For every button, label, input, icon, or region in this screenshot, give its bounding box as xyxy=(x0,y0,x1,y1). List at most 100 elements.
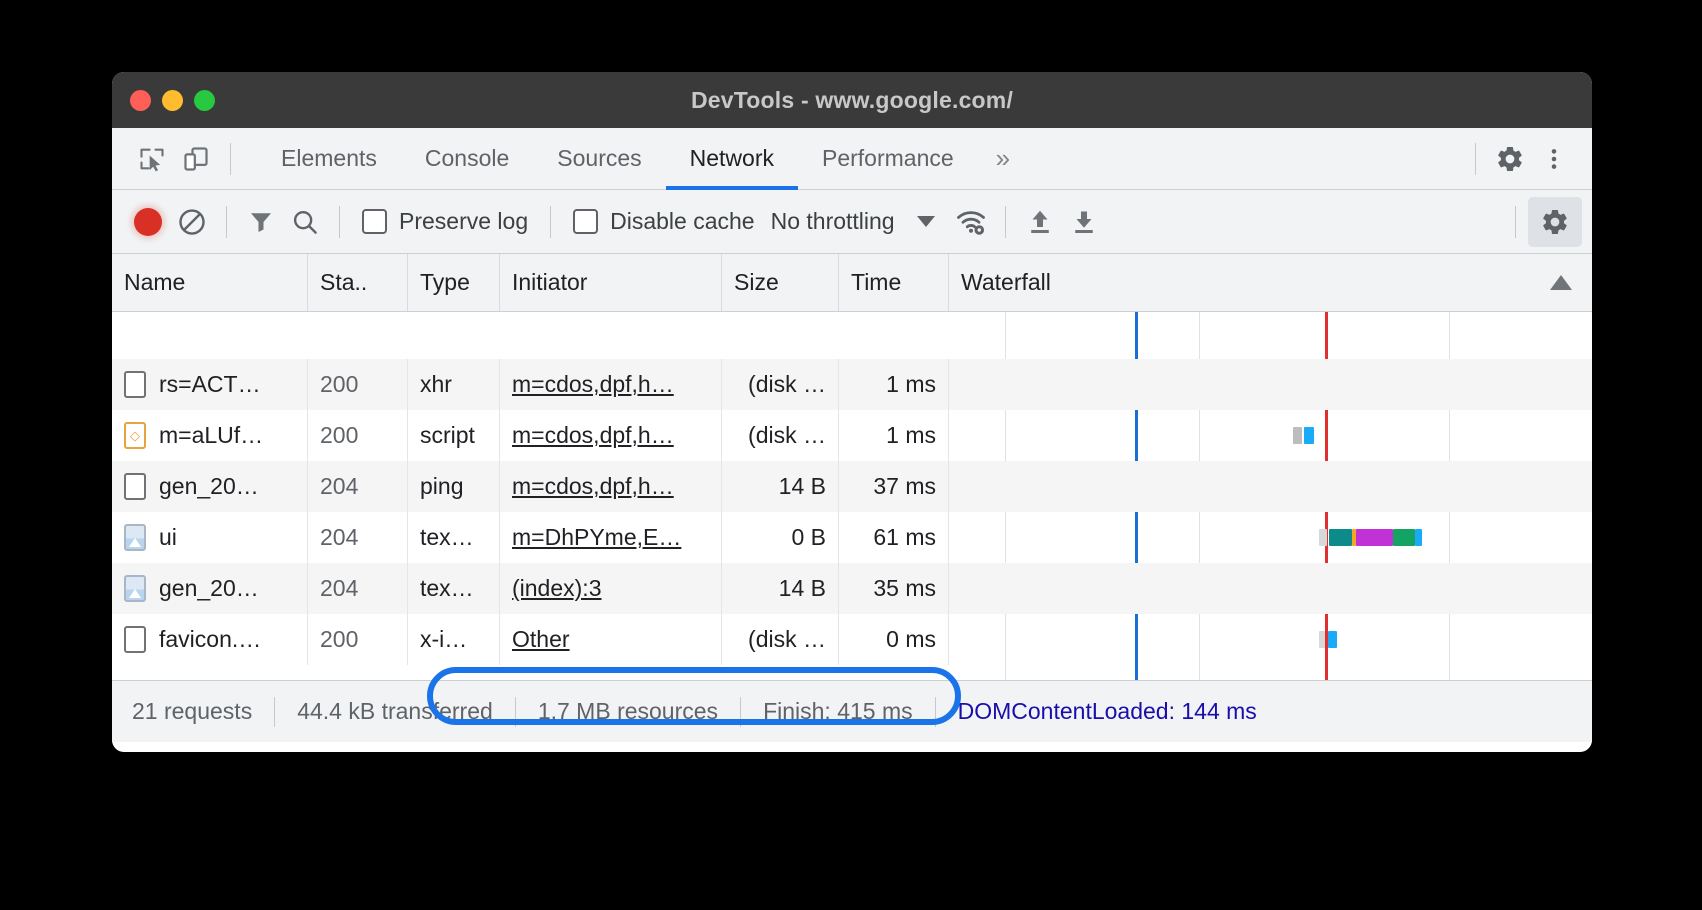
column-header-waterfall-label: Waterfall xyxy=(961,269,1051,295)
upload-arrow-icon[interactable] xyxy=(1018,200,1062,244)
cell-initiator: m=cdos,dpf,h… xyxy=(500,359,722,410)
inspect-element-icon[interactable] xyxy=(130,137,174,181)
request-name: ui xyxy=(159,524,177,550)
cell-time: 37 ms xyxy=(839,461,949,512)
preserve-log-box[interactable] xyxy=(362,209,387,234)
toolbar-divider xyxy=(1475,142,1476,175)
initiator-link[interactable]: (index):3 xyxy=(512,575,601,602)
request-name: favicon.… xyxy=(159,626,262,652)
preserve-log-label: Preserve log xyxy=(399,208,529,234)
cell-size: 14 B xyxy=(722,461,839,512)
device-toolbar-icon[interactable] xyxy=(174,137,218,181)
maximize-window-button[interactable] xyxy=(194,89,215,111)
record-button-icon[interactable] xyxy=(126,200,170,244)
cell-waterfall xyxy=(949,461,1592,512)
tab-elements[interactable]: Elements xyxy=(257,128,401,189)
column-header-type[interactable]: Type xyxy=(408,254,500,311)
close-window-button[interactable] xyxy=(130,89,151,111)
table-row[interactable]: gen_20… 204 tex… (index):3 14 B 35 ms xyxy=(112,563,1592,614)
finish-time: Finish: 415 ms xyxy=(763,698,913,724)
search-icon[interactable] xyxy=(283,200,327,244)
cell-type: ping xyxy=(408,461,500,512)
cell-type: x-i… xyxy=(408,614,500,665)
cell-type: tex… xyxy=(408,512,500,563)
network-requests-table: Name Sta.. Type Initiator Size Time Wate… xyxy=(112,254,1592,680)
table-row[interactable]: ui 204 tex… m=DhPYme,E… 0 B 61 ms xyxy=(112,512,1592,563)
initiator-link[interactable]: m=cdos,dpf,h… xyxy=(512,473,674,500)
network-settings-gear-icon[interactable] xyxy=(1528,196,1582,247)
cell-time: 61 ms xyxy=(839,512,949,563)
window-titlebar: DevTools - www.google.com/ xyxy=(112,72,1592,128)
disable-cache-box[interactable] xyxy=(573,209,599,234)
document-icon xyxy=(124,371,146,398)
clear-icon[interactable] xyxy=(170,200,214,244)
cell-name: rs=ACT… xyxy=(112,359,308,410)
table-row[interactable]: favicon.… 200 x-i… Other (disk … 0 ms xyxy=(112,614,1592,665)
tab-sources[interactable]: Sources xyxy=(533,128,665,189)
more-tabs-button[interactable]: » xyxy=(978,128,1028,189)
table-row[interactable]: ◇ m=aLUf… 200 script m=cdos,dpf,h… (disk … 1 m… xyxy=(112,410,1592,461)
table-header-row: Name Sta.. Type Initiator Size Time Wate… xyxy=(112,254,1592,312)
cell-status: 200 xyxy=(308,359,408,410)
column-header-size[interactable]: Size xyxy=(722,254,839,311)
filter-icon[interactable] xyxy=(239,200,283,244)
cell-name: gen_20… xyxy=(112,461,308,512)
network-toolbar: Preserve log Disable cache No throttling xyxy=(112,190,1592,254)
preserve-log-checkbox[interactable]: Preserve log xyxy=(352,208,538,235)
cell-time: 1 ms xyxy=(839,410,949,461)
column-header-name[interactable]: Name xyxy=(112,254,308,311)
download-arrow-icon[interactable] xyxy=(1062,200,1106,244)
initiator-link[interactable]: m=cdos,dpf,h… xyxy=(512,371,674,398)
cell-initiator: m=cdos,dpf,h… xyxy=(500,461,722,512)
table-rows: rs=ACT… 200 xhr m=cdos,dpf,h… (disk … 1 ms ◇ m=… xyxy=(112,312,1592,665)
tab-console[interactable]: Console xyxy=(401,128,533,189)
gear-icon[interactable] xyxy=(1488,137,1532,181)
wifi-settings-icon[interactable] xyxy=(949,200,993,244)
column-header-status[interactable]: Sta.. xyxy=(308,254,408,311)
throttling-dropdown[interactable]: No throttling xyxy=(765,208,935,235)
cell-initiator: Other xyxy=(500,614,722,665)
cell-waterfall xyxy=(949,614,1592,665)
panel-tabs: Elements Console Sources Network Perform… xyxy=(257,128,1028,190)
network-status-bar: 21 requests 44.4 kB transferred 1.7 MB r… xyxy=(112,667,1592,742)
cell-size: (disk … xyxy=(722,410,839,461)
disable-cache-checkbox[interactable]: Disable cache xyxy=(563,208,764,235)
request-name: gen_20… xyxy=(159,473,259,499)
disable-cache-label: Disable cache xyxy=(610,208,755,234)
initiator-link[interactable]: m=cdos,dpf,h… xyxy=(512,422,674,449)
request-name: m=aLUf… xyxy=(159,422,264,448)
column-header-time[interactable]: Time xyxy=(839,254,949,311)
domcontentloaded-time: DOMContentLoaded: 144 ms xyxy=(957,698,1257,724)
toolbar-divider xyxy=(226,205,227,238)
cell-status: 204 xyxy=(308,461,408,512)
toolbar-divider xyxy=(230,142,231,175)
cell-status: 204 xyxy=(308,563,408,614)
cell-time: 0 ms xyxy=(839,614,949,665)
cell-waterfall xyxy=(949,410,1592,461)
throttling-value: No throttling xyxy=(770,208,895,234)
column-header-waterfall[interactable]: Waterfall xyxy=(949,254,1592,311)
cell-size: (disk … xyxy=(722,614,839,665)
cell-size: 14 B xyxy=(722,563,839,614)
toolbar-divider xyxy=(1515,205,1516,238)
toolbar-divider xyxy=(550,205,552,238)
tabbar-right-actions xyxy=(1463,137,1592,181)
cell-waterfall xyxy=(949,563,1592,614)
table-row[interactable]: rs=ACT… 200 xhr m=cdos,dpf,h… (disk … 1 ms xyxy=(112,359,1592,410)
table-body: rs=ACT… 200 xhr m=cdos,dpf,h… (disk … 1 ms ◇ m=… xyxy=(112,312,1592,680)
window-title: DevTools - www.google.com/ xyxy=(690,86,1014,113)
table-row[interactable]: gen_20… 204 ping m=cdos,dpf,h… 14 B 37 ms xyxy=(112,461,1592,512)
cell-size: (disk … xyxy=(722,359,839,410)
initiator-link[interactable]: Other xyxy=(512,626,570,653)
initiator-link[interactable]: m=DhPYme,E… xyxy=(512,524,681,551)
column-header-initiator[interactable]: Initiator xyxy=(500,254,722,311)
cell-waterfall xyxy=(949,512,1592,563)
minimize-window-button[interactable] xyxy=(162,89,183,111)
devtools-window: DevTools - www.google.com/ Elements Cons… xyxy=(112,72,1592,752)
screenshot-root: DevTools - www.google.com/ Elements Cons… xyxy=(0,0,1702,910)
request-name: rs=ACT… xyxy=(159,371,261,397)
tab-performance[interactable]: Performance xyxy=(798,128,978,189)
kebab-menu-icon[interactable] xyxy=(1532,137,1576,181)
tab-network[interactable]: Network xyxy=(665,128,799,190)
cell-size: 0 B xyxy=(722,512,839,563)
